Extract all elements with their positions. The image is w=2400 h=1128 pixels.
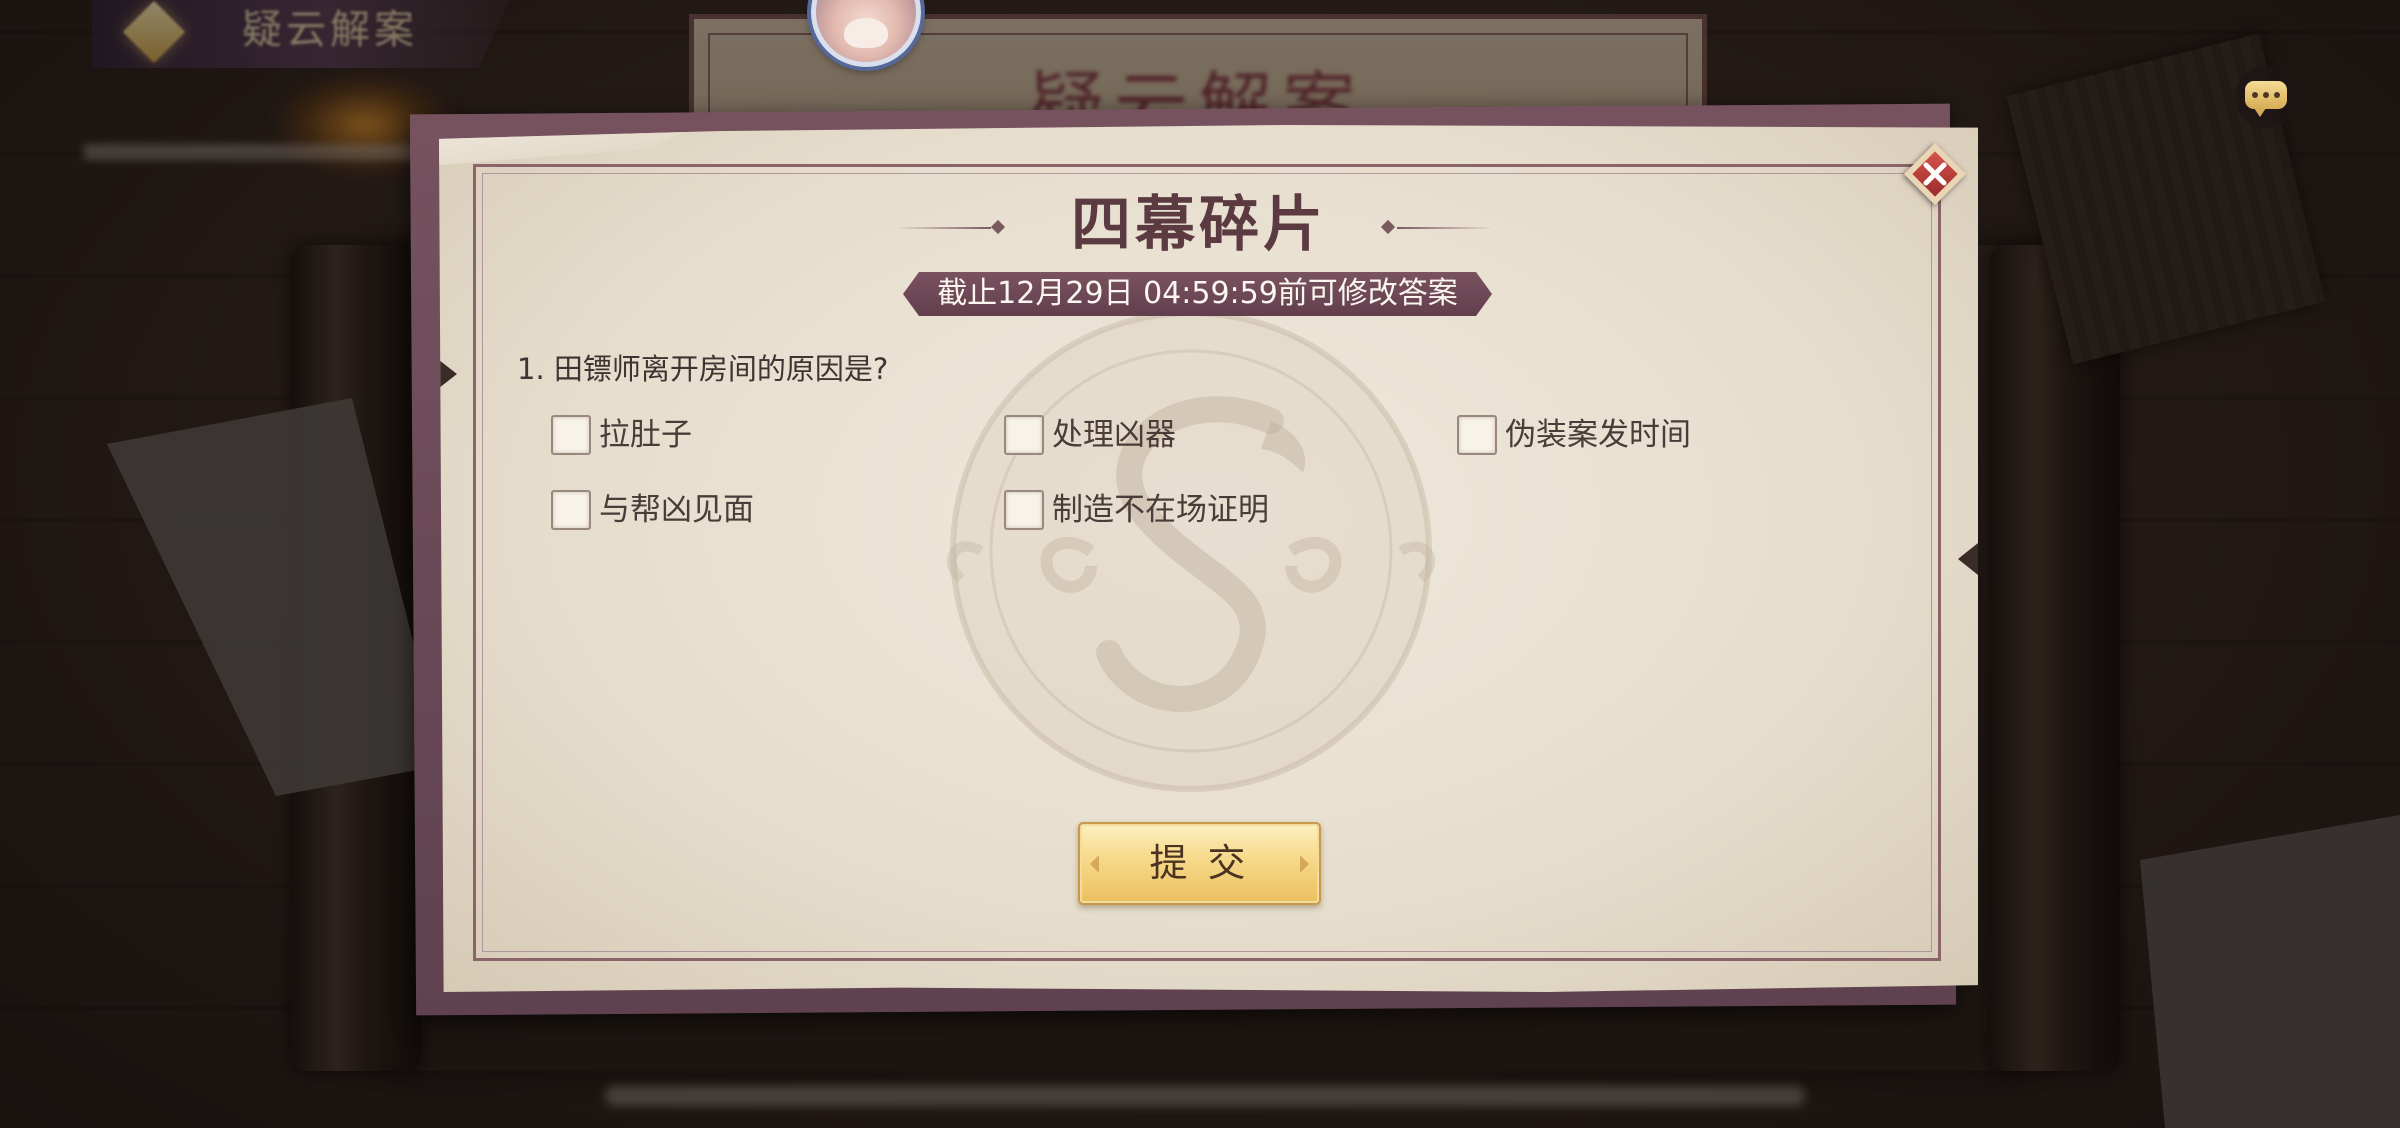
title-ornament-right <box>1379 219 1499 235</box>
option-label[interactable]: 制造不在场证明 <box>1052 490 1269 530</box>
paper-tear <box>1958 543 1978 575</box>
option-checkbox[interactable] <box>1457 415 1497 455</box>
close-icon <box>1923 162 1947 186</box>
answer-option[interactable]: 拉肚子 <box>551 415 692 455</box>
close-button[interactable] <box>1903 142 1967 206</box>
option-label[interactable]: 与帮凶见面 <box>599 490 754 530</box>
option-label[interactable]: 伪装案发时间 <box>1505 415 1691 455</box>
submit-button-label: 提 交 <box>1149 841 1250 885</box>
option-label[interactable]: 拉肚子 <box>599 415 692 455</box>
option-checkbox[interactable] <box>551 490 591 530</box>
chevron-right-icon <box>1300 855 1309 873</box>
dialog-title: 四幕碎片 <box>1071 190 1327 260</box>
answer-option[interactable]: 伪装案发时间 <box>1457 415 1691 455</box>
answer-option[interactable]: 制造不在场证明 <box>1004 490 1269 530</box>
option-checkbox[interactable] <box>1004 415 1044 455</box>
chevron-left-icon <box>1090 855 1099 873</box>
deadline-ribbon: 截止12月29日 04:59:59前可修改答案 <box>903 272 1492 316</box>
option-checkbox[interactable] <box>1004 490 1044 530</box>
option-label[interactable]: 处理凶器 <box>1052 415 1176 455</box>
question-text: 1. 田镖师离开房间的原因是? <box>517 352 889 386</box>
option-checkbox[interactable] <box>551 415 591 455</box>
chat-button[interactable] <box>2235 66 2297 128</box>
answer-dialog: 四幕碎片 截止12月29日 04:59:59前可修改答案 1. 田镖师离开房间的… <box>409 103 1978 1016</box>
paper-tear <box>439 360 457 388</box>
answer-option[interactable]: 处理凶器 <box>1004 415 1176 455</box>
submit-button[interactable]: 提 交 <box>1078 822 1321 905</box>
chat-bubble-icon <box>2245 81 2287 117</box>
answer-option[interactable]: 与帮凶见面 <box>551 490 754 530</box>
